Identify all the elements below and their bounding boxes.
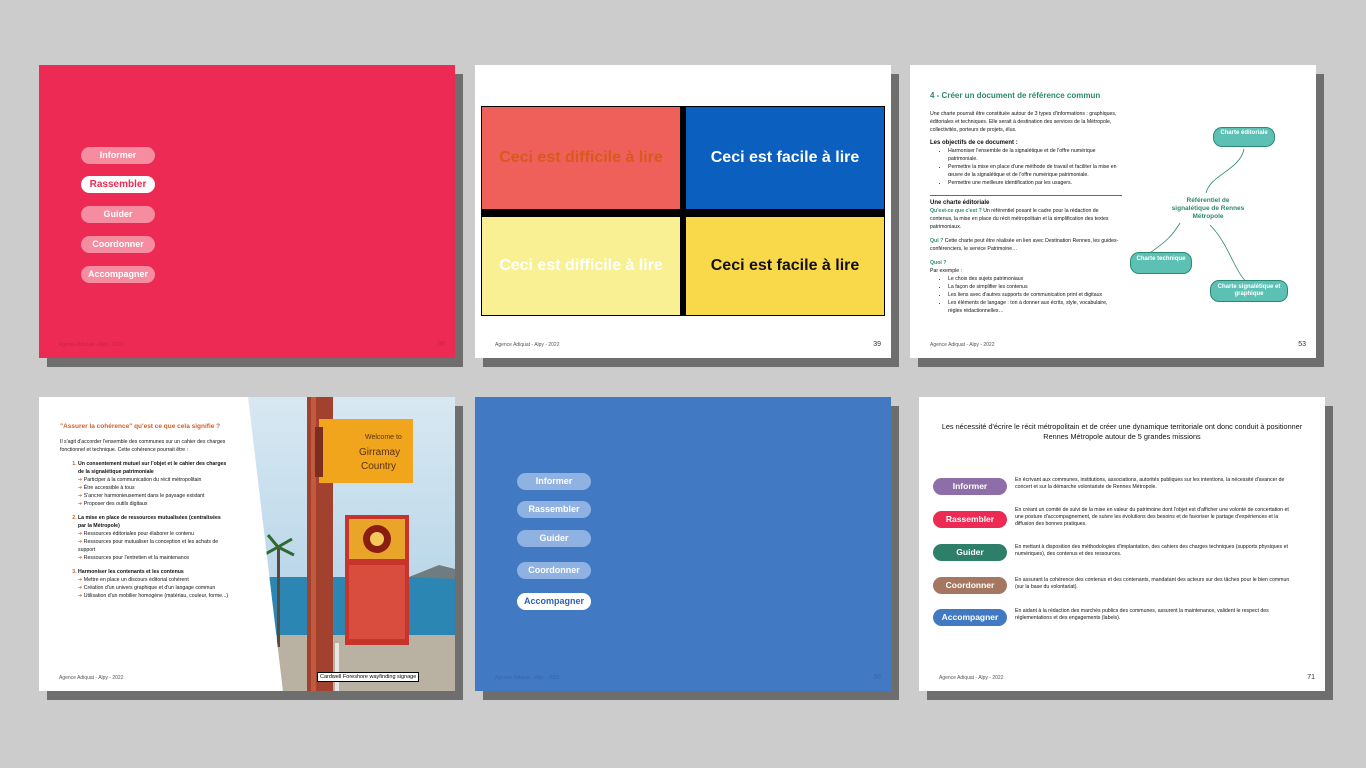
slide-39[interactable]: Ceci est difficile à lire Ceci est facil… — [475, 65, 891, 358]
slide-71-thumbnail[interactable]: Les nécessité d'écrire le récit métropol… — [919, 397, 1333, 700]
contrast-sample-yellow-black: Ceci est facile à lire — [686, 217, 884, 315]
page-number: 39 — [873, 341, 881, 348]
slide-footer: Agence Adiquat - Alpy - 2022 — [495, 675, 560, 681]
node-charte-technique: Charte technique — [1130, 252, 1192, 274]
slide-71[interactable]: Les nécessité d'écrire le récit métropol… — [919, 397, 1325, 691]
slide-66-thumbnail[interactable]: Informer Rassembler Guider Coordonner Ac… — [475, 397, 899, 700]
slide-66[interactable]: Informer Rassembler Guider Coordonner Ac… — [475, 397, 891, 691]
mission-pill-guider: Guider — [933, 544, 1007, 561]
contrast-sample-red-orange: Ceci est difficile à lire — [482, 107, 680, 209]
mindmap-connectors — [1149, 148, 1251, 286]
pill-rassembler-active: Rassembler — [81, 176, 155, 193]
slide-footer: Agence Adiquat - Alpy - 2022 — [59, 675, 124, 681]
slide-53[interactable]: 4 - Créer un document de référence commu… — [910, 65, 1316, 358]
slide-footer: Agence Adiquat - Alpy - 2022 — [939, 675, 1004, 681]
node-charte-signaletique: Charte signalétique et graphique — [1210, 280, 1288, 302]
mission-pill-accompagner: Accompagner — [933, 609, 1007, 626]
slide-title: Les nécessité d'écrire le récit métropol… — [941, 422, 1303, 441]
mission-desc-guider: En mettant à disposition des méthodologi… — [1015, 544, 1288, 557]
mission-pill-rassembler: Rassembler — [933, 511, 1007, 528]
contrast-sample-blue-white: Ceci est facile à lire — [686, 107, 884, 209]
sign-welcome-text: Welcome to — [365, 434, 402, 441]
mission-pill-coordonner: Coordonner — [933, 577, 1007, 594]
slide-39-thumbnail[interactable]: Ceci est difficile à lire Ceci est facil… — [475, 65, 899, 367]
pill-guider: Guider — [517, 530, 591, 547]
mission-desc-coordonner: En assurant la cohérence des contenus et… — [1015, 577, 1290, 590]
pill-informer: Informer — [517, 473, 591, 490]
slide-footer: Agence Adiquat - Alpy - 2022 — [930, 342, 995, 348]
pill-accompagner-active: Accompagner — [517, 593, 591, 610]
slide-53-thumbnail[interactable]: 4 - Créer un document de référence commu… — [910, 65, 1324, 367]
page-number: 66 — [873, 674, 881, 681]
page-number: 53 — [1298, 341, 1306, 348]
mission-pill-informer: Informer — [933, 478, 1007, 495]
mission-desc-accompagner: En aidant à la rédaction des marchés pub… — [1015, 608, 1269, 621]
pill-guider: Guider — [81, 206, 155, 223]
slide-36-thumbnail[interactable]: Informer Rassembler Guider Coordonner Ac… — [39, 65, 463, 367]
pill-coordonner: Coordonner — [517, 562, 591, 579]
mission-desc-rassembler: En créant un comité de suivi de la mise … — [1015, 507, 1289, 527]
pill-accompagner: Accompagner — [81, 266, 155, 283]
pill-informer: Informer — [81, 147, 155, 164]
node-charte-editoriale: Charte éditoriale — [1213, 127, 1275, 147]
contrast-sample-yellow-white: Ceci est difficile à lire — [482, 217, 680, 315]
wayfinding-sign-photo: Welcome to Girramay Country — [248, 397, 455, 691]
slide-footer: Agence Adiquat - Alpy - 2022 — [495, 342, 560, 348]
page-number: 36 — [437, 341, 445, 348]
page-number: 71 — [1307, 674, 1315, 681]
photo-caption: Cardwell Foreshore wayfinding signage — [317, 672, 420, 682]
slide-36[interactable]: Informer Rassembler Guider Coordonner Ac… — [39, 65, 455, 358]
node-referentiel-center: Référentiel de signalétique de Rennes Mé… — [1171, 197, 1245, 220]
sign-girramay-text: Girramay — [359, 447, 400, 458]
pill-rassembler: Rassembler — [517, 501, 591, 518]
pill-coordonner: Coordonner — [81, 236, 155, 253]
mission-desc-informer: En écrivant aux communes, institutions, … — [1015, 477, 1285, 490]
slide-coherence[interactable]: "Assurer la cohérence" qu'est ce que cel… — [39, 397, 455, 691]
slide-thumbnail-coherence[interactable]: "Assurer la cohérence" qu'est ce que cel… — [39, 397, 463, 700]
slide-footer: Agence Adiquat - Alpy - 2022 — [59, 342, 124, 348]
sign-country-text: Country — [361, 461, 396, 472]
